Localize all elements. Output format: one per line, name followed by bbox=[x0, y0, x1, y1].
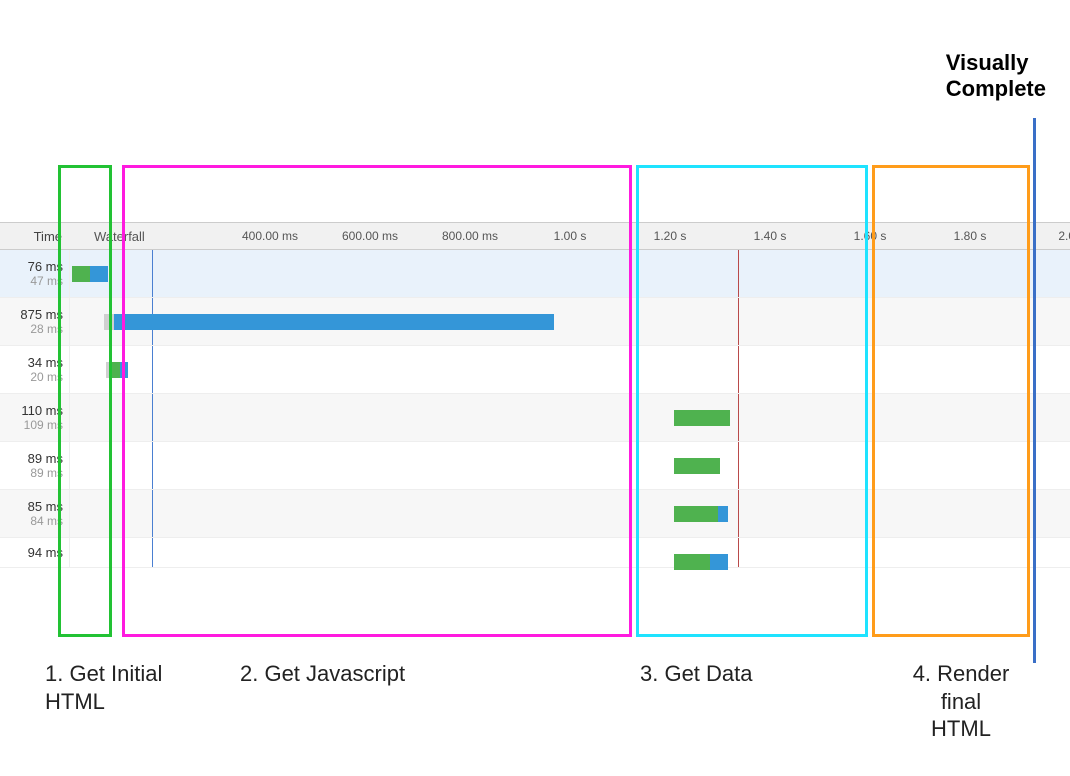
time-primary: 875 ms bbox=[20, 307, 63, 322]
phase-label: 1. Get InitialHTML bbox=[45, 660, 205, 715]
phase-box bbox=[122, 165, 632, 637]
time-primary: 110 ms bbox=[21, 403, 63, 418]
time-tick: 2.00 bbox=[1058, 229, 1070, 243]
phase-label: 3. Get Data bbox=[640, 660, 840, 688]
phase-box bbox=[58, 165, 112, 637]
visually-complete-marker bbox=[1033, 118, 1036, 663]
phase-label: 4. RenderfinalHTML bbox=[886, 660, 1036, 743]
bar-segment-green bbox=[112, 362, 120, 378]
visually-complete-label: VisuallyComplete bbox=[946, 50, 1046, 103]
phase-box bbox=[872, 165, 1030, 637]
phase-box bbox=[636, 165, 868, 637]
phase-label: 2. Get Javascript bbox=[240, 660, 540, 688]
